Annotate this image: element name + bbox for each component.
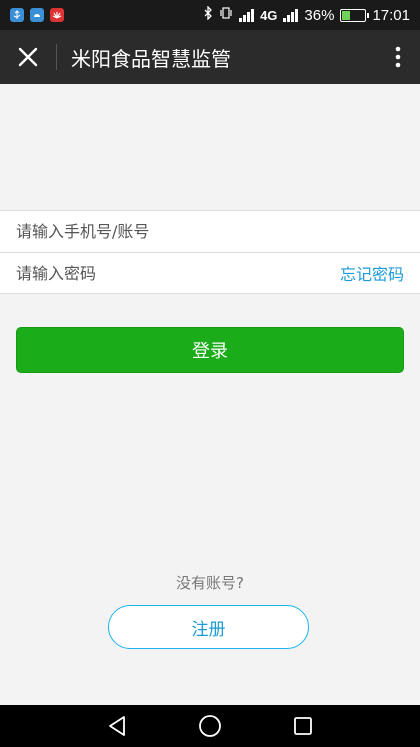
network-4g-label: 4G — [260, 7, 278, 23]
title-bar: 米阳食品智慧监管 — [0, 30, 420, 84]
back-triangle-icon — [108, 716, 125, 736]
no-account-text: 没有账号? — [176, 574, 244, 592]
bluetooth-icon — [203, 5, 213, 24]
login-form: 忘记密码 — [0, 210, 420, 294]
page-title: 米阳食品智慧监管 — [71, 46, 231, 71]
recents-button[interactable] — [283, 706, 323, 746]
usb-icon — [10, 8, 24, 22]
password-row: 忘记密码 — [0, 252, 420, 293]
home-circle-icon — [199, 715, 221, 737]
clock: 17:01 — [372, 6, 410, 24]
close-button[interactable] — [0, 30, 56, 84]
close-icon — [18, 47, 38, 67]
register-button[interactable]: 注册 — [108, 605, 309, 649]
forgot-password-link[interactable]: 忘记密码 — [340, 261, 404, 285]
home-button[interactable] — [190, 706, 230, 746]
battery-percent: 36% — [304, 6, 335, 24]
account-row — [0, 211, 420, 252]
weather-icon — [30, 8, 44, 22]
battery-fill — [342, 10, 351, 20]
login-button[interactable]: 登录 — [16, 327, 404, 373]
vibrate-icon — [219, 6, 233, 24]
battery-icon — [340, 8, 370, 22]
more-vertical-icon — [395, 46, 401, 68]
status-indicators: 4G 36% 17:01 — [203, 5, 410, 24]
title-divider — [56, 44, 57, 70]
navigation-bar — [0, 705, 420, 747]
status-bar: 4G 36% 17:01 — [0, 0, 420, 30]
recents-square-icon — [294, 717, 313, 735]
password-input[interactable] — [16, 263, 340, 283]
back-button[interactable] — [97, 706, 137, 746]
signal-2g-icon — [239, 8, 255, 22]
huawei-icon — [50, 8, 64, 22]
more-options-button[interactable] — [376, 30, 420, 84]
notification-icons — [10, 8, 64, 22]
account-input[interactable] — [16, 222, 404, 241]
signal-4g-icon — [283, 8, 299, 22]
